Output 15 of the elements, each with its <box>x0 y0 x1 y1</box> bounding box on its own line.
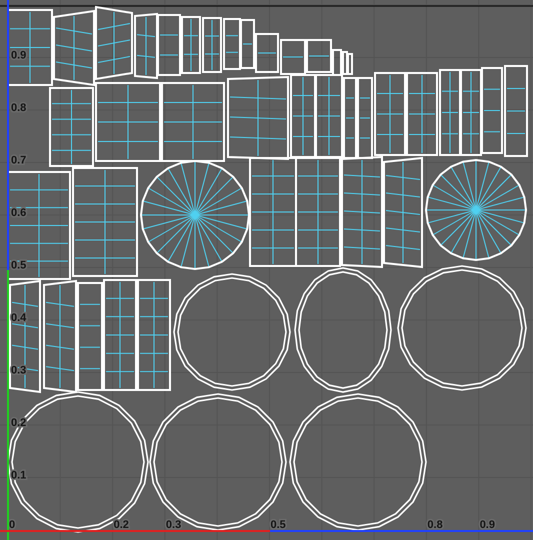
axis-label: 0 <box>9 519 16 531</box>
uv-island <box>202 17 222 73</box>
axis-label: 0.3 <box>166 519 182 531</box>
axis-label: 0.8 <box>11 102 26 114</box>
axis-label: 0.5 <box>11 260 26 272</box>
uv-island <box>181 16 201 74</box>
axis-label: 0.5 <box>270 519 286 531</box>
axis-label: 0.6 <box>11 207 26 219</box>
axis-label: 0.2 <box>114 519 129 531</box>
uv-island <box>223 18 241 70</box>
uv-island <box>157 14 181 76</box>
axis-label: 0.7 <box>11 154 26 166</box>
axis-label: 0.8 <box>427 519 443 531</box>
axis-label: 0.9 <box>11 50 26 62</box>
axis-label: 0.9 <box>480 519 495 531</box>
